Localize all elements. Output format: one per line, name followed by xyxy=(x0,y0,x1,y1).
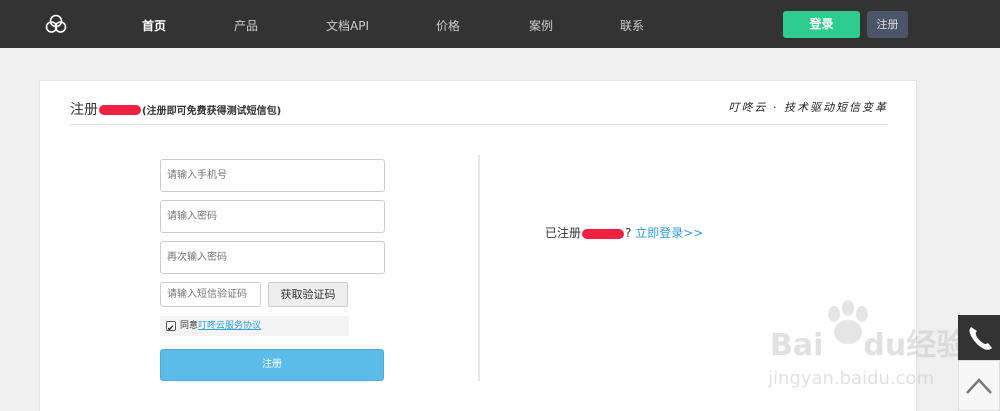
phone-input[interactable] xyxy=(160,159,385,192)
redaction-mark xyxy=(582,228,625,239)
top-navbar: 首页 产品 文档API 价格 案例 联系 登录 注册 xyxy=(0,0,1000,48)
get-code-button[interactable]: 获取验证码 xyxy=(268,282,348,307)
chevron-up-icon xyxy=(966,378,992,394)
baidu-watermark: Bai du经验 xyxy=(770,320,966,364)
nav-pricing[interactable]: 价格 xyxy=(436,17,460,34)
slogan: 叮咚云 · 技术驱动短信变革 xyxy=(728,101,888,114)
agree-checkbox[interactable] xyxy=(166,319,176,339)
sms-code-input[interactable] xyxy=(160,282,261,307)
register-nav-button[interactable]: 注册 xyxy=(867,11,908,38)
already-prefix: 已注册 xyxy=(545,226,582,240)
watermark-url: jingyan.baidu.com xyxy=(768,368,935,389)
nav-docs-api[interactable]: 文档API xyxy=(326,17,369,34)
agreement-row: 同意叮咚云服务协议 xyxy=(160,316,349,339)
phone-contact-button[interactable] xyxy=(958,315,1000,360)
title-text: 注册 xyxy=(70,102,98,118)
card-header: 注册 (注册即可免费获得测试短信包) 叮咚云 · 技术驱动短信变革 xyxy=(70,99,888,125)
cloud-logo-icon[interactable] xyxy=(45,14,67,34)
vertical-divider xyxy=(478,155,480,381)
nav-contact[interactable]: 联系 xyxy=(620,17,644,34)
password-input[interactable] xyxy=(160,200,385,233)
password-confirm-input[interactable] xyxy=(160,241,385,274)
phone-icon xyxy=(969,327,992,350)
nav-products[interactable]: 产品 xyxy=(234,17,258,34)
nav-home[interactable]: 首页 xyxy=(142,17,166,34)
login-now-link[interactable]: 立即登录>> xyxy=(635,226,703,240)
question-mark: ? xyxy=(625,226,632,240)
redaction-mark xyxy=(99,105,141,115)
back-to-top-button[interactable] xyxy=(958,360,1000,411)
title-subtitle: (注册即可免费获得测试短信包) xyxy=(142,106,282,117)
already-registered-text: 已注册? 立即登录>> xyxy=(545,224,703,241)
login-button[interactable]: 登录 xyxy=(783,11,860,38)
page-title: 注册 (注册即可免费获得测试短信包) xyxy=(70,99,281,119)
watermark-brand: Bai xyxy=(770,328,824,363)
register-submit-button[interactable]: 注册 xyxy=(160,349,384,381)
nav-cases[interactable]: 案例 xyxy=(529,17,553,34)
watermark-brand2: du xyxy=(863,328,907,363)
agree-prefix: 同意 xyxy=(180,321,199,331)
service-agreement-link[interactable]: 叮咚云服务协议 xyxy=(198,321,261,331)
